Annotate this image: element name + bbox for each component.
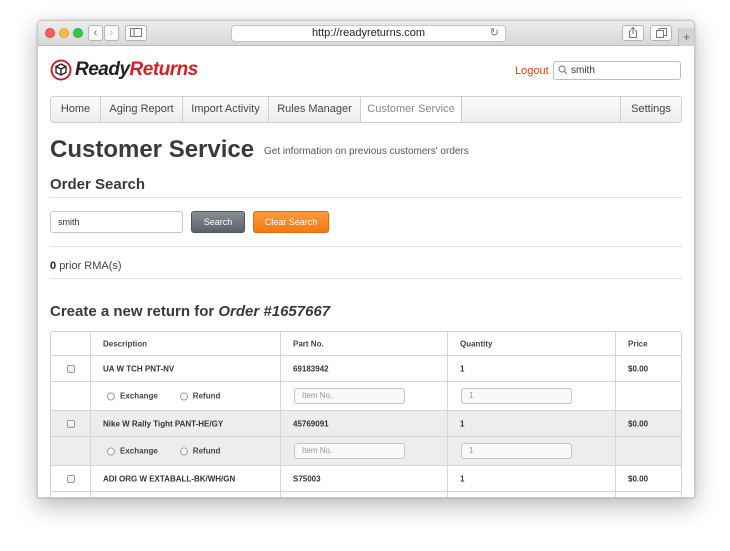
quantity-input[interactable]: 1: [461, 388, 572, 404]
item-price: $0.00: [628, 364, 649, 373]
order-search-heading: Order Search: [50, 176, 146, 193]
refund-label: Refund: [192, 446, 221, 456]
page-content: ReadyReturns Logout smith Home Aging Rep…: [38, 47, 694, 497]
item-part-no: 69183942: [293, 364, 329, 373]
refund-radio[interactable]: [179, 392, 188, 400]
nav-tab-settings[interactable]: Settings: [620, 97, 681, 122]
new-tab-icon[interactable]: +: [678, 28, 694, 46]
tabs-overview-icon[interactable]: [650, 25, 672, 41]
exchange-radio[interactable]: [107, 447, 115, 455]
divider: [50, 278, 682, 279]
item-select-checkbox[interactable]: [67, 419, 75, 428]
share-icon[interactable]: [622, 25, 644, 41]
item-number-input[interactable]: Item No.: [294, 443, 405, 459]
minimize-window-button[interactable]: [59, 28, 69, 38]
close-window-button[interactable]: [45, 28, 55, 38]
table-row-options: [51, 492, 681, 497]
item-part-no: 45769091: [293, 419, 329, 428]
table-row: ADI ORG W EXTABALL-BK/WH/GN S75003 1 $0.…: [51, 466, 681, 492]
column-header-price: Price: [628, 339, 648, 348]
item-quantity: 1: [460, 474, 465, 483]
browser-titlebar: ‹ › http://readyreturns.com ↻ +: [38, 21, 694, 46]
item-description: Nike W Rally Tight PANT-HE/GY: [103, 419, 224, 428]
item-part-no: S75003: [293, 474, 321, 483]
header-search-input[interactable]: smith: [553, 61, 681, 80]
refund-radio[interactable]: [179, 447, 188, 455]
item-price: $0.00: [628, 474, 649, 483]
return-items-table: Description Part No. Quantity Price UA W…: [50, 331, 682, 497]
column-header-quantity: Quantity: [448, 332, 616, 355]
main-nav: Home Aging Report Import Activity Rules …: [50, 96, 682, 123]
nav-tab-home[interactable]: Home: [51, 97, 101, 122]
nav-tab-aging-report[interactable]: Aging Report: [101, 97, 183, 122]
item-description: UA W TCH PNT-NV: [103, 364, 175, 373]
exchange-label: Exchange: [120, 391, 158, 401]
refund-label: Refund: [192, 391, 221, 401]
item-price: $0.00: [628, 419, 649, 428]
item-quantity: 1: [460, 364, 465, 373]
nav-tab-customer-service[interactable]: Customer Service: [361, 97, 462, 122]
url-text: http://readyreturns.com: [311, 27, 426, 39]
divider: [50, 246, 682, 247]
item-description: ADI ORG W EXTABALL-BK/WH/GN: [103, 474, 236, 483]
page-title: Customer Service: [50, 136, 255, 163]
item-quantity: 1: [460, 419, 465, 428]
sidebar-toggle-icon[interactable]: [125, 25, 147, 41]
address-bar[interactable]: http://readyreturns.com ↻: [231, 25, 506, 42]
item-select-checkbox[interactable]: [67, 364, 75, 373]
item-number-input[interactable]: Item No.: [294, 388, 405, 404]
table-row: UA W TCH PNT-NV 69183942 1 $0.00: [51, 356, 681, 382]
header-search-value: smith: [571, 65, 595, 76]
nav-tab-import-activity[interactable]: Import Activity: [183, 97, 269, 122]
back-icon[interactable]: ‹: [88, 25, 103, 41]
logout-link[interactable]: Logout: [515, 65, 549, 77]
search-icon: [558, 65, 568, 75]
table-row: Nike W Rally Tight PANT-HE/GY 45769091 1…: [51, 411, 681, 437]
forward-icon[interactable]: ›: [104, 25, 119, 41]
ready-returns-logo[interactable]: ReadyReturns: [50, 59, 198, 81]
table-row-options: Exchange Refund Item No. 1: [51, 437, 681, 466]
order-search-input[interactable]: smith: [50, 211, 183, 233]
exchange-label: Exchange: [120, 446, 158, 456]
create-return-heading: Create a new return for Order #1657667: [50, 303, 331, 320]
prior-rma-count: 0 prior RMA(s): [50, 260, 122, 272]
logo-box-icon: [50, 59, 72, 81]
clear-search-button[interactable]: Clear Search: [253, 211, 329, 233]
browser-window: ‹ › http://readyreturns.com ↻ + ReadyRet…: [37, 20, 695, 498]
exchange-radio[interactable]: [107, 392, 115, 400]
divider: [50, 197, 682, 198]
item-select-checkbox[interactable]: [67, 474, 75, 483]
column-header-part-no: Part No.: [281, 332, 448, 355]
table-row-options: Exchange Refund Item No. 1: [51, 382, 681, 411]
nav-tab-rules-manager[interactable]: Rules Manager: [269, 97, 361, 122]
table-header-row: Description Part No. Quantity Price: [51, 332, 681, 356]
page-subtitle: Get information on previous customers' o…: [264, 146, 469, 157]
logo-text: ReadyReturns: [75, 59, 198, 80]
search-button[interactable]: Search: [191, 211, 245, 233]
column-header-description: Description: [91, 332, 281, 355]
quantity-input[interactable]: 1: [461, 443, 572, 459]
zoom-window-button[interactable]: [73, 28, 83, 38]
reload-icon[interactable]: ↻: [490, 26, 499, 41]
